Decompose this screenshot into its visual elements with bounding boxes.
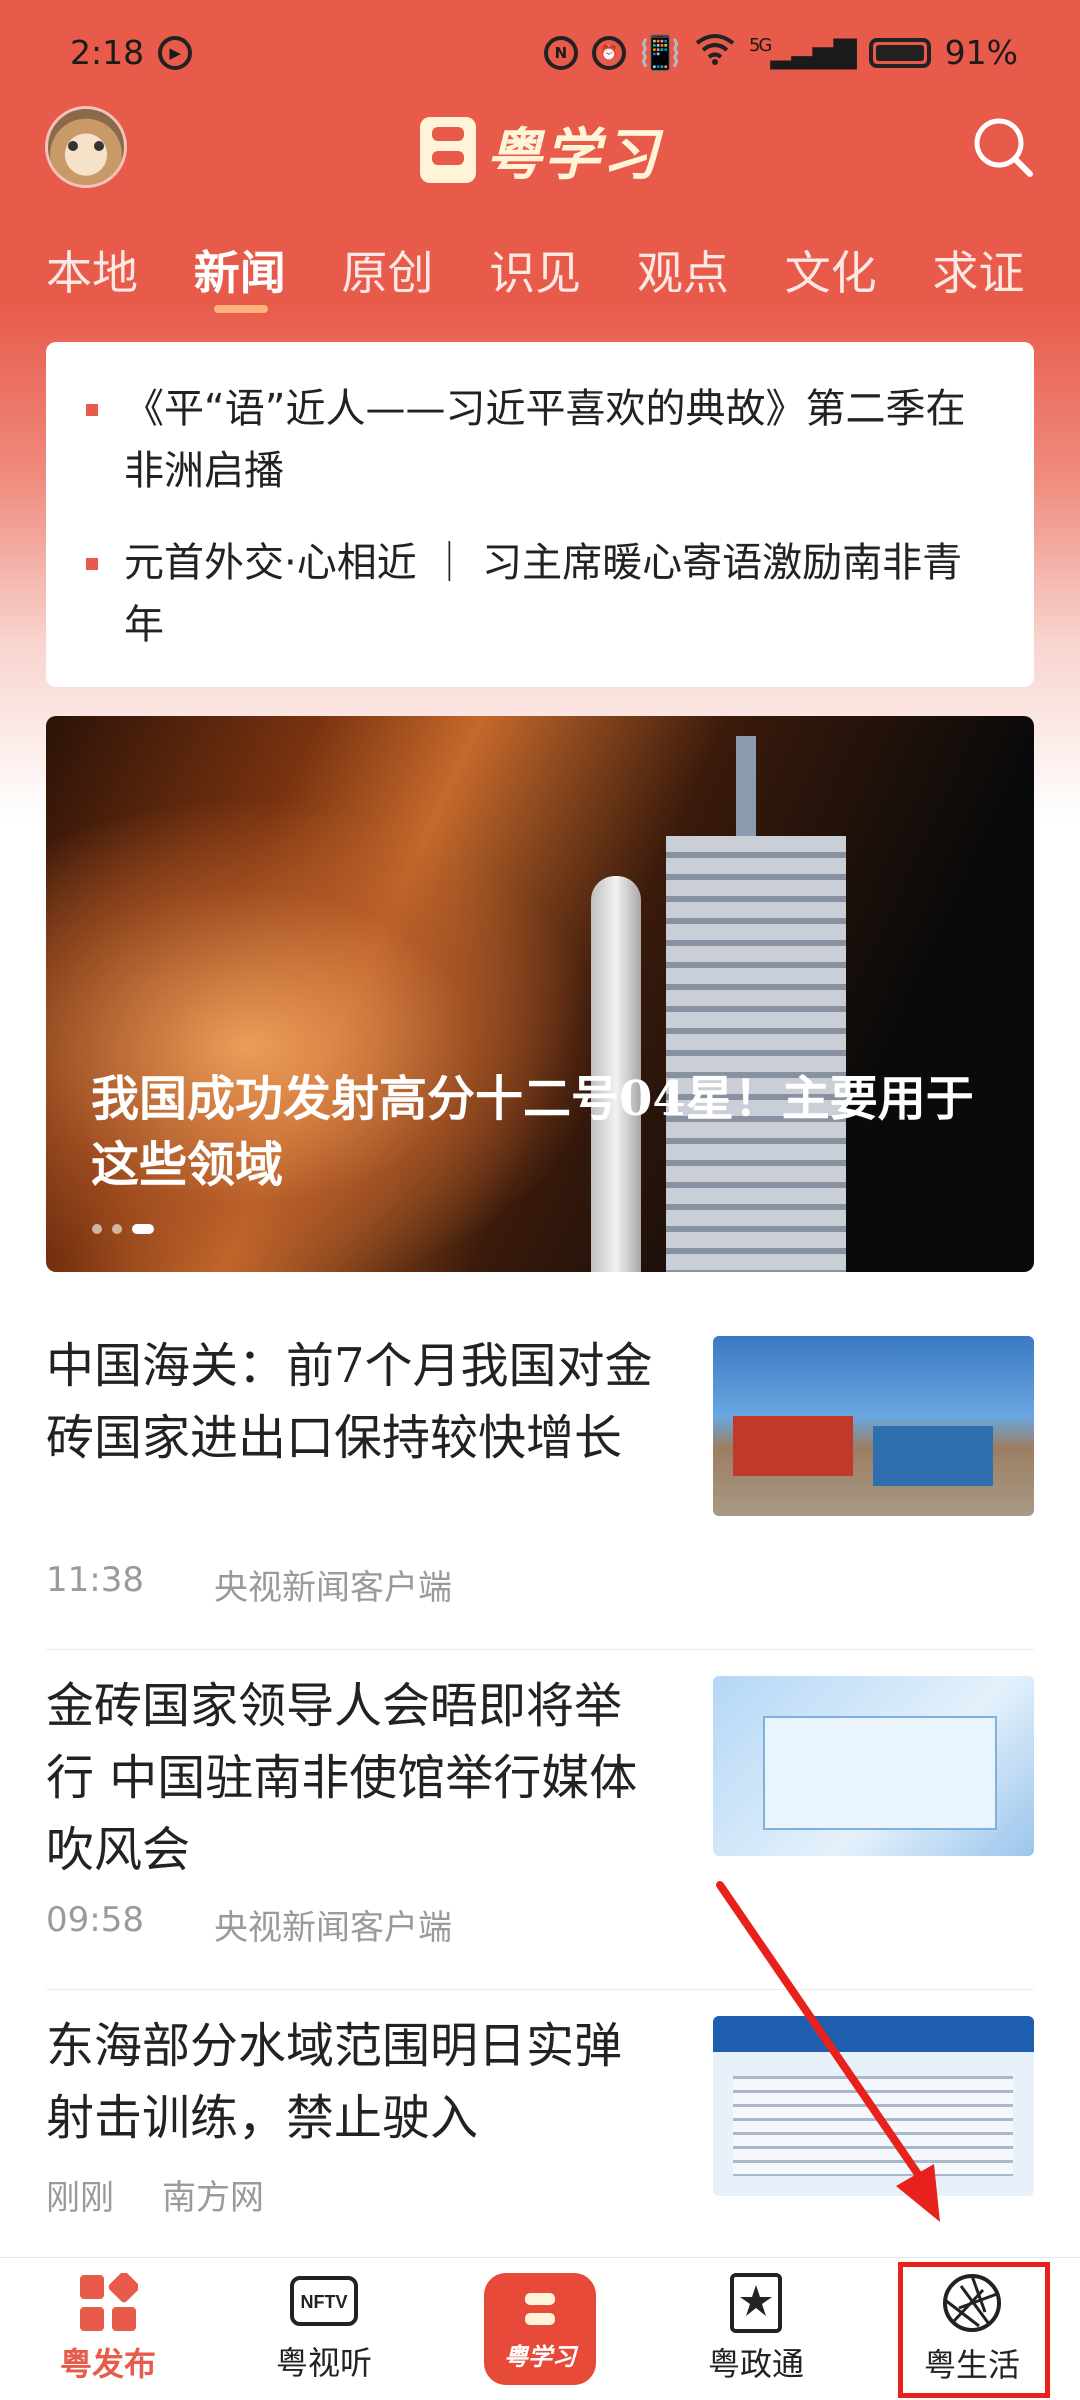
nav-item-yue-zhengtong[interactable]: 粤政通 (648, 2258, 864, 2400)
carousel-caption: 我国成功发射高分十二号04星！主要用于这些领域 (91, 1071, 974, 1193)
tab-insight[interactable]: 识见 (489, 237, 637, 303)
news-time: 11:38 (46, 1560, 144, 1600)
featured-carousel[interactable]: 我国成功发射高分十二号04星！主要用于这些领域 (46, 716, 1034, 1272)
news-time: 09:58 (46, 1900, 144, 1940)
network-type: 5G (748, 35, 772, 56)
news-meta: 09:58 央视新闻客户端 (46, 1900, 452, 1949)
news-title: 中国海关：前7个月我国对金砖国家进出口保持较快增长 (46, 1338, 653, 1466)
news-meta: 刚刚 南方网 (46, 2170, 264, 2219)
tab-verify[interactable]: 求证 (932, 237, 1080, 303)
search-icon[interactable] (972, 116, 1034, 178)
nftv-label: NFTV (301, 2292, 348, 2312)
logo-mark-icon (420, 117, 476, 183)
center-button-label: 粤学习 (504, 2342, 576, 2371)
news-source: 央视新闻客户端 (213, 1568, 452, 1608)
grid-icon (80, 2273, 138, 2331)
headline-item[interactable]: 《平“语”近人——习近平喜欢的典故》第二季在非洲启播 (86, 378, 994, 502)
battery-icon (868, 37, 931, 68)
carousel-indicator (92, 1224, 154, 1234)
status-right: N ⏰ 📳 5G▂▃▅▇ 91% (543, 32, 1018, 73)
screen-record-icon: ▶ (158, 35, 193, 70)
star-icon (730, 2273, 782, 2333)
news-source: 南方网 (162, 2178, 264, 2218)
category-tabs: 本地 新闻 原创 识见 观点 文化 求证 (0, 225, 1080, 315)
nav-item-yue-shiting[interactable]: NFTV 粤视听 (216, 2258, 432, 2400)
tab-news[interactable]: 新闻 (194, 237, 342, 313)
status-bar: 2:18 ▶ N ⏰ 📳 5G▂▃▅▇ 91% (0, 0, 1080, 105)
logo-icon: 粤学习 (484, 2273, 596, 2385)
tab-original[interactable]: 原创 (341, 237, 489, 303)
news-item[interactable]: 金砖国家领导人会晤即将举行 中国驻南非使馆举行媒体吹风会 09:58 央视新闻客… (46, 1650, 1034, 1990)
signal-icon: 5G▂▃▅▇ (748, 35, 857, 70)
news-title: 东海部分水域范围明日实弹射击训练，禁止驶入 (46, 2018, 623, 2146)
headline-item[interactable]: 元首外交·心相近 ｜ 习主席暖心寄语激励南非青年 (86, 532, 994, 656)
carousel-image-tower-top (736, 736, 756, 846)
news-thumbnail (713, 1336, 1034, 1516)
nftv-icon: NFTV (290, 2276, 358, 2326)
news-item[interactable]: 中国海关：前7个月我国对金砖国家进出口保持较快增长 11:38 央视新闻客户端 (46, 1310, 1034, 1650)
nav-item-yue-fabu[interactable]: 粤发布 (0, 2258, 216, 2400)
tab-opinion[interactable]: 观点 (637, 237, 785, 303)
nav-item-yue-xuexi[interactable]: 粤学习 (432, 2258, 648, 2400)
carousel-image-launch-tower (666, 836, 846, 1272)
user-avatar[interactable] (45, 106, 127, 188)
news-time: 刚刚 (46, 2178, 114, 2218)
news-thumbnail (713, 2016, 1034, 2196)
alarm-icon: ⏰ (591, 35, 626, 70)
status-time: 2:18 (70, 33, 145, 72)
app-logo: 粤学习 (420, 110, 660, 190)
news-list: 中国海关：前7个月我国对金砖国家进出口保持较快增长 11:38 央视新闻客户端 … (46, 1310, 1034, 2330)
news-meta: 11:38 央视新闻客户端 (46, 1560, 452, 1609)
tab-culture[interactable]: 文化 (785, 237, 933, 303)
news-source: 央视新闻客户端 (213, 1908, 452, 1948)
headline-card: 《平“语”近人——习近平喜欢的典故》第二季在非洲启播 元首外交·心相近 ｜ 习主… (46, 342, 1034, 687)
nav-label: 粤发布 (59, 2345, 156, 2383)
carousel-image-smoke (46, 796, 606, 1272)
nav-label: 粤生活 (923, 2346, 1020, 2384)
tab-local[interactable]: 本地 (46, 237, 194, 303)
carousel-dot-active (132, 1224, 154, 1234)
bottom-nav: 粤发布 NFTV 粤视听 粤学习 粤政通 粤生活 (0, 2257, 1080, 2400)
carousel-dot (112, 1224, 122, 1234)
app-top-bar: 粤学习 (0, 100, 1080, 200)
status-left: 2:18 ▶ (70, 33, 193, 72)
news-title: 金砖国家领导人会晤即将举行 中国驻南非使馆举行媒体吹风会 (46, 1678, 638, 1878)
nav-label: 粤政通 (707, 2345, 804, 2383)
aperture-icon (943, 2274, 1001, 2332)
nav-label: 粤视听 (275, 2344, 372, 2382)
nav-item-yue-shenghuo[interactable]: 粤生活 (864, 2258, 1080, 2400)
carousel-dot (92, 1224, 102, 1234)
logo-text: 粤学习 (486, 122, 660, 188)
battery-percent: 91% (944, 33, 1018, 72)
wifi-icon (695, 33, 735, 73)
news-thumbnail (713, 1676, 1034, 1856)
nfc-icon: N (543, 35, 578, 70)
vibrate-icon: 📳 (639, 32, 681, 72)
